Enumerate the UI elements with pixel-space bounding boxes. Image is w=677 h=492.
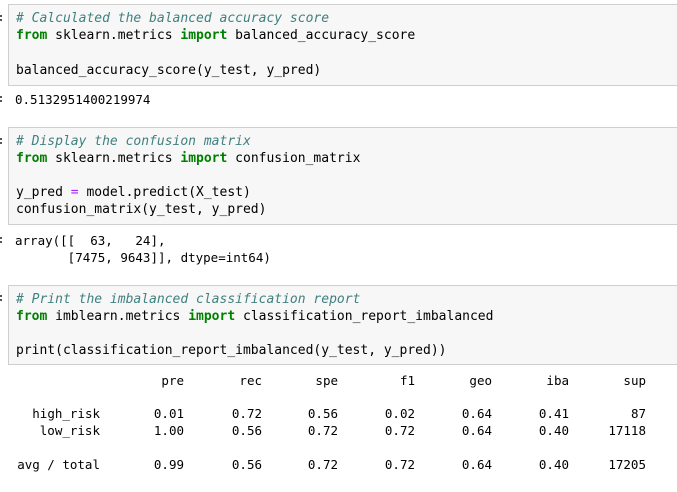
report-cell: 0.56 (231, 457, 262, 472)
output-prompt-marker (0, 237, 2, 239)
cell-2-output-line-1: array([[ 63, 24], (15, 233, 166, 248)
code-line: # Display the confusion matrix (16, 134, 251, 149)
report-header-geo: geo (469, 373, 492, 388)
report-cell: 0.99 (153, 457, 184, 472)
output-prompt-marker (0, 100, 2, 102)
report-header-iba: iba (546, 373, 569, 388)
cell-prompt-marker (0, 299, 2, 301)
report-row-label: high_risk (32, 406, 100, 421)
report-cell: 17205 (608, 457, 646, 472)
report-cell: 0.72 (307, 423, 338, 438)
report-header-sup: sup (623, 373, 646, 388)
report-header-spe: spe (315, 373, 338, 388)
cell-prompt-marker (0, 295, 2, 297)
report-cell: 0.02 (384, 406, 415, 421)
cell-prompt-marker (0, 19, 2, 21)
report-cell: 0.56 (231, 423, 262, 438)
report-cell: 0.64 (461, 457, 492, 472)
code-cell-3-input[interactable]: # Print the imbalanced classification re… (8, 285, 677, 365)
code-line: # Print the imbalanced classification re… (16, 292, 361, 307)
report-cell: 0.72 (307, 457, 338, 472)
report-cell: 0.41 (538, 406, 569, 421)
report-cell: 0.40 (538, 457, 569, 472)
code-line: from sklearn.metrics import confusion_ma… (16, 151, 361, 166)
cell-prompt-marker (0, 142, 2, 144)
report-cell: 1.00 (153, 423, 184, 438)
output-prompt-marker (0, 241, 2, 243)
output-prompt-marker (0, 96, 2, 98)
code-line: y_pred = model.predict(X_test) (16, 185, 251, 200)
report-row-label: avg / total (17, 457, 100, 472)
report-cell: 0.72 (384, 457, 415, 472)
report-cell: 0.01 (153, 406, 184, 421)
report-cell: 0.72 (384, 423, 415, 438)
report-cell: 87 (630, 406, 646, 421)
report-header-rec: rec (239, 373, 262, 388)
code-line: balanced_accuracy_score(y_test, y_pred) (16, 63, 322, 78)
code-line: from sklearn.metrics import balanced_acc… (16, 28, 416, 43)
code-cell-2-input[interactable]: # Display the confusion matrix from skle… (8, 127, 677, 225)
report-cell: 0.40 (538, 423, 569, 438)
code-cell-1-input[interactable]: # Calculated the balanced accuracy score… (8, 4, 677, 86)
cell-prompt-marker (0, 138, 2, 140)
report-cell: 0.64 (461, 423, 492, 438)
code-line: confusion_matrix(y_test, y_pred) (16, 202, 267, 217)
report-header-pre: pre (161, 373, 184, 388)
code-line: from imblearn.metrics import classificat… (16, 309, 494, 324)
code-line: # Calculated the balanced accuracy score (16, 11, 330, 26)
report-row-label: low_risk (39, 423, 100, 438)
report-cell: 0.56 (307, 406, 338, 421)
report-cell: 0.64 (461, 406, 492, 421)
report-cell: 0.72 (231, 406, 262, 421)
cell-2-output-line-2: [7475, 9643]], dtype=int64) (15, 250, 271, 265)
code-line: print(classification_report_imbalanced(y… (16, 343, 447, 358)
cell-prompt-marker (0, 15, 2, 17)
cell-1-output: 0.5132951400219974 (15, 92, 151, 107)
report-cell: 17118 (608, 423, 646, 438)
report-header-f1: f1 (399, 373, 415, 388)
